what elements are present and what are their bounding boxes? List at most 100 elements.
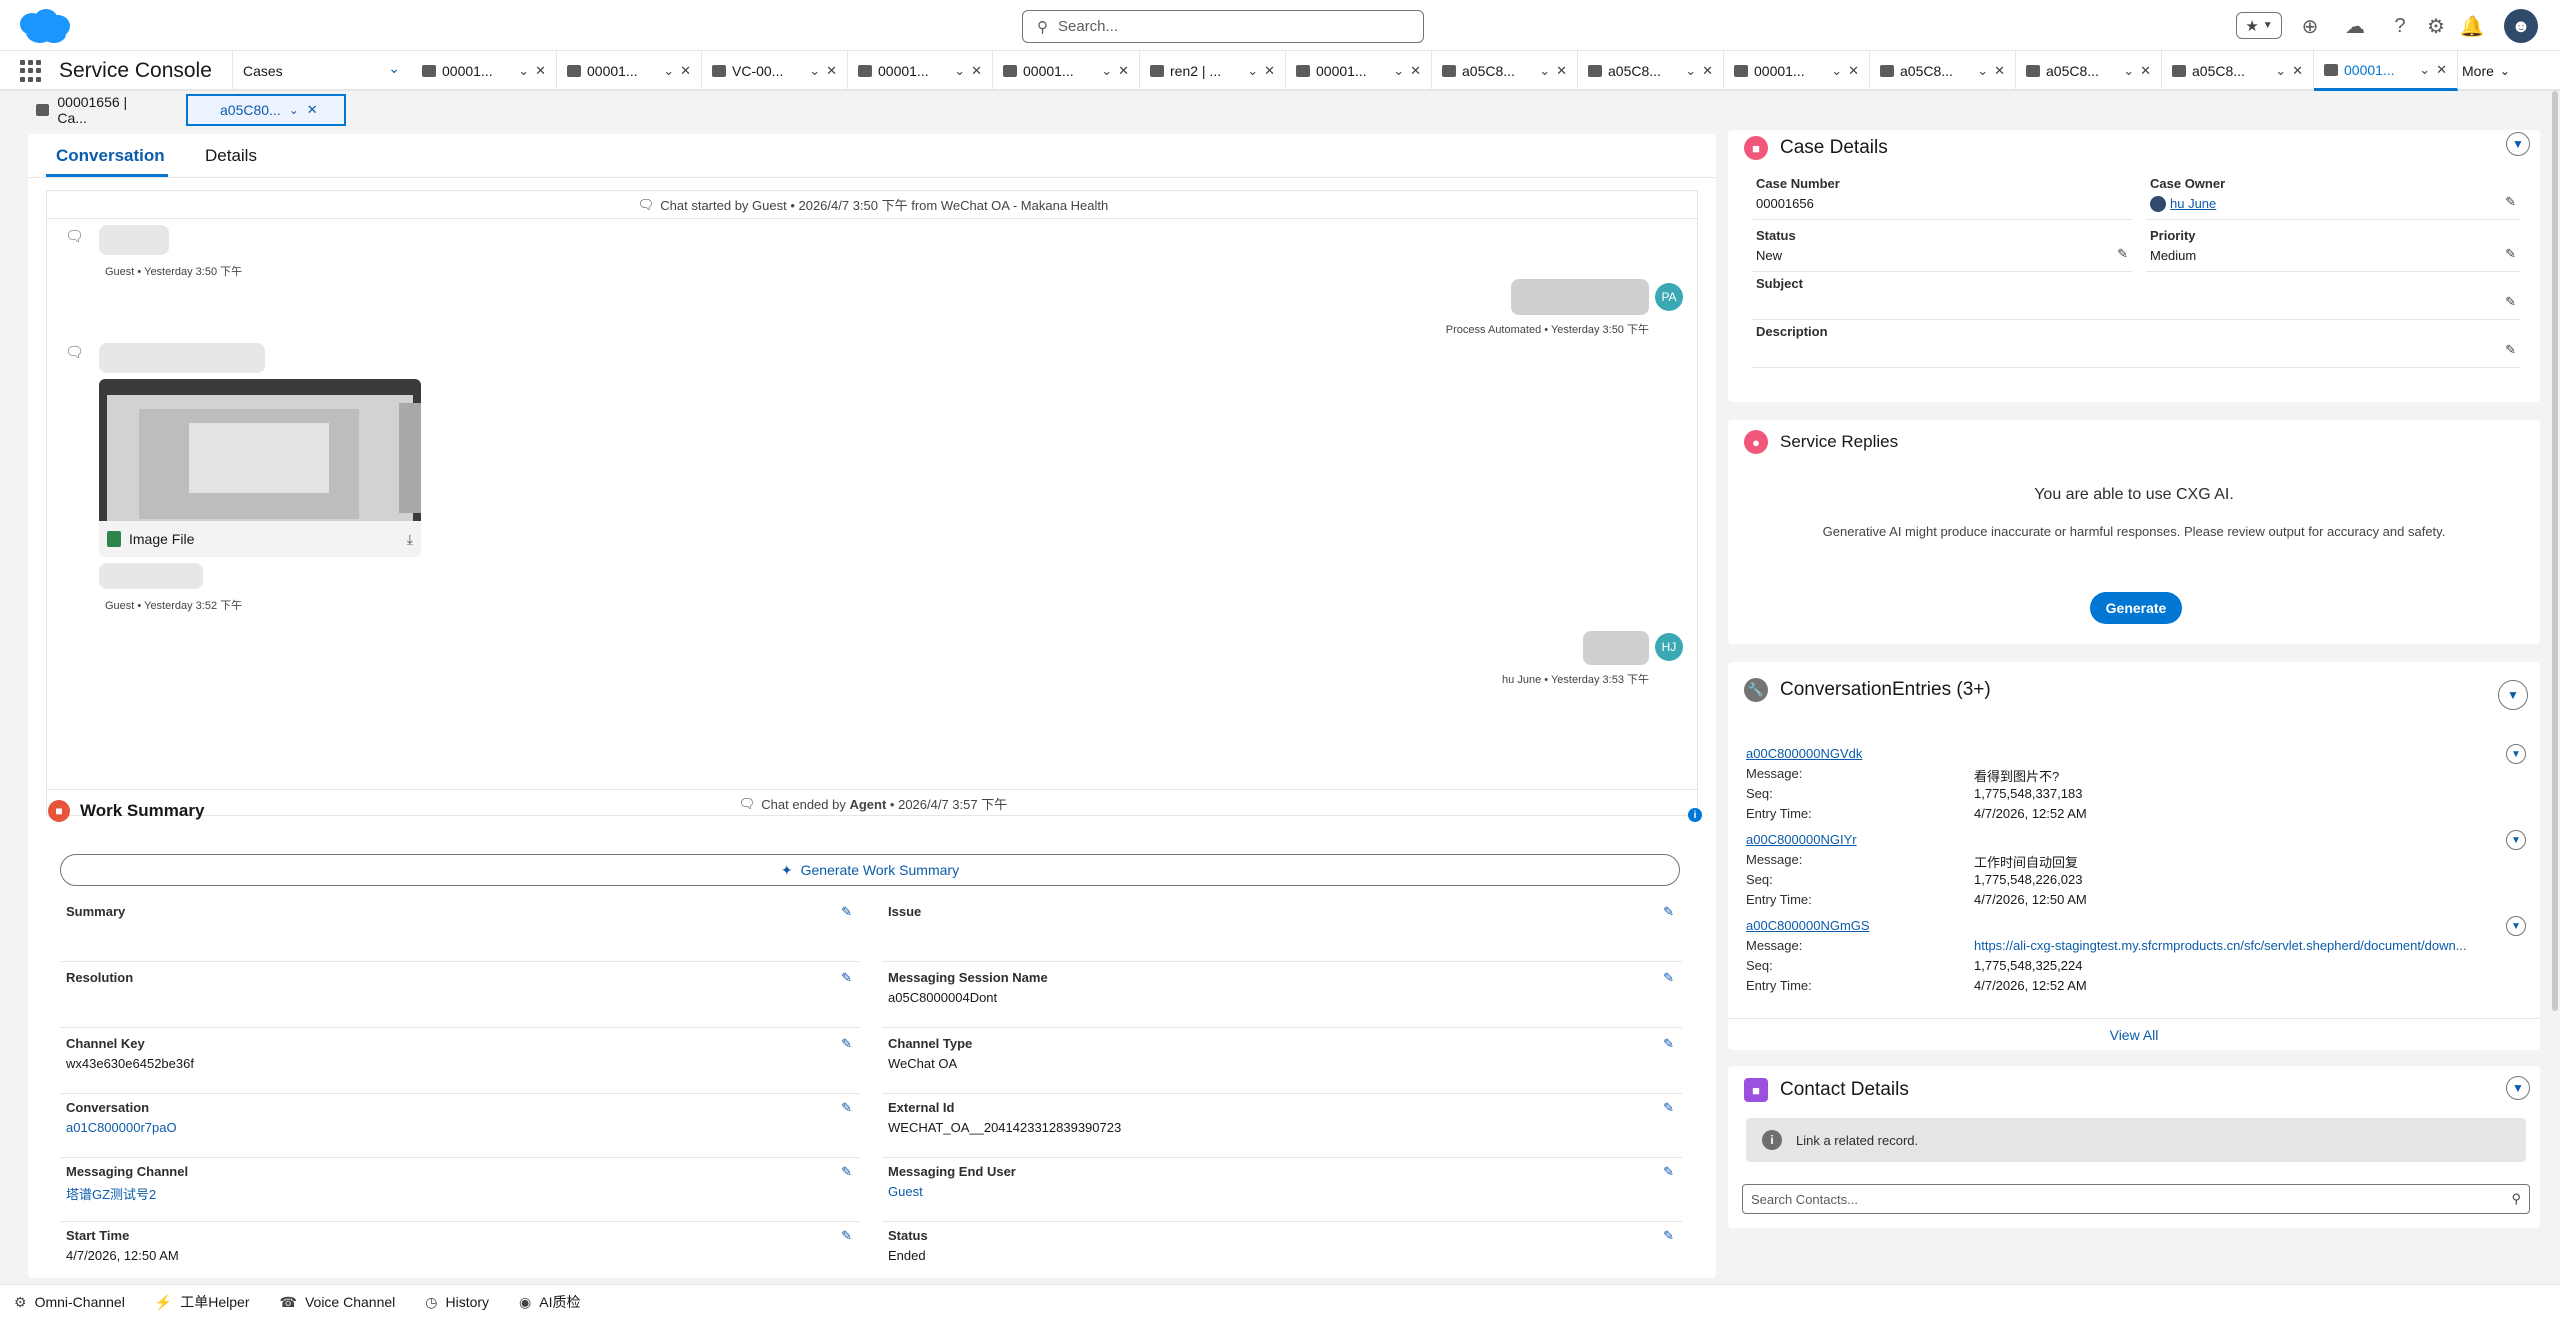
setup-gear-icon[interactable]: ⚙: [2422, 12, 2450, 40]
chevron-down-icon[interactable]: ⌄: [1539, 63, 1550, 79]
chevron-down-icon[interactable]: ⌄: [954, 63, 965, 79]
edit-pencil-icon[interactable]: ✎: [841, 1228, 852, 1244]
chevron-down-icon[interactable]: ⌄: [2275, 63, 2286, 79]
close-icon[interactable]: ✕: [971, 63, 982, 79]
tab-conversation[interactable]: Conversation: [56, 146, 165, 166]
chevron-down-icon[interactable]: ⌄: [1247, 63, 1258, 79]
chevron-down-icon[interactable]: ⌄: [1831, 63, 1842, 79]
chevron-down-icon[interactable]: ⌄: [518, 63, 529, 79]
contact-details-menu-button[interactable]: ▼: [2506, 1076, 2530, 1100]
search-contacts-input[interactable]: Search Contacts... ⚲: [1742, 1184, 2530, 1214]
edit-pencil-icon[interactable]: ✎: [841, 1036, 852, 1052]
edit-pencil-icon[interactable]: ✎: [1663, 1100, 1674, 1116]
close-icon[interactable]: ✕: [1848, 63, 1859, 79]
generate-work-summary-button[interactable]: ✦ Generate Work Summary: [60, 854, 1680, 886]
download-icon[interactable]: ⤓: [407, 531, 413, 548]
workspace-tab[interactable]: 00001... ⌄ ✕: [848, 51, 993, 91]
user-avatar[interactable]: ☻: [2504, 9, 2538, 43]
generate-reply-button[interactable]: Generate: [2090, 592, 2182, 624]
close-icon[interactable]: ✕: [826, 63, 837, 79]
utility-ticket-helper[interactable]: ⚡ 工单Helper: [155, 1292, 250, 1312]
message-value[interactable]: https://ali-cxg-stagingtest.my.sfcrmprod…: [1974, 938, 2524, 953]
entry-menu-button[interactable]: ▼: [2506, 744, 2526, 764]
workspace-tab[interactable]: 00001... ⌄ ✕: [993, 51, 1140, 91]
chevron-down-icon[interactable]: ⌄: [1101, 63, 1112, 79]
close-icon[interactable]: ✕: [2436, 62, 2447, 78]
close-icon[interactable]: ✕: [1994, 63, 2005, 79]
more-tabs-menu[interactable]: More ⌄: [2462, 51, 2510, 91]
edit-pencil-icon[interactable]: ✎: [1663, 1164, 1674, 1180]
workspace-tab[interactable]: 00001... ⌄ ✕: [1286, 51, 1432, 91]
help-icon[interactable]: ?: [2386, 12, 2414, 40]
edit-pencil-icon[interactable]: ✎: [841, 904, 852, 920]
conversation-entry-link[interactable]: a00C800000NGVdk: [1746, 746, 1862, 761]
case-owner-link[interactable]: hu June: [2170, 196, 2216, 211]
close-icon[interactable]: ✕: [2140, 63, 2151, 79]
object-nav-menu[interactable]: Cases ⌄: [232, 51, 412, 91]
edit-pencil-icon[interactable]: ✎: [1663, 904, 1674, 920]
close-icon[interactable]: ✕: [2292, 63, 2303, 79]
edit-pencil-icon[interactable]: ✎: [1663, 970, 1674, 986]
chevron-down-icon[interactable]: ⌄: [2123, 63, 2134, 79]
workspace-tab[interactable]: 00001... ⌄ ✕: [1724, 51, 1870, 91]
subtab-case[interactable]: 00001656 | Ca...: [26, 94, 166, 126]
edit-pencil-icon[interactable]: ✎: [841, 1164, 852, 1180]
workspace-tab[interactable]: a05C8... ⌄ ✕: [1432, 51, 1578, 91]
workspace-tab[interactable]: a05C8... ⌄ ✕: [1870, 51, 2016, 91]
add-icon[interactable]: ⊕: [2296, 12, 2324, 40]
salesforce-logo[interactable]: [14, 6, 74, 46]
workspace-tab[interactable]: 00001... ⌄ ✕: [557, 51, 702, 91]
chevron-down-icon[interactable]: ⌄: [663, 63, 674, 79]
workspace-tab[interactable]: a05C8... ⌄ ✕: [2016, 51, 2162, 91]
chevron-down-icon[interactable]: ⌄: [1977, 63, 1988, 79]
entry-menu-button[interactable]: ▼: [2506, 916, 2526, 936]
favorites-button[interactable]: ★ ▼: [2236, 12, 2282, 39]
close-icon[interactable]: ✕: [680, 63, 691, 79]
case-details-menu-button[interactable]: ▼: [2506, 132, 2530, 156]
close-icon[interactable]: ✕: [1556, 63, 1567, 79]
edit-pencil-icon[interactable]: ✎: [2505, 294, 2516, 310]
edit-pencil-icon[interactable]: ✎: [2505, 342, 2516, 358]
workspace-tab[interactable]: 00001... ⌄ ✕: [412, 51, 557, 91]
chevron-down-icon[interactable]: ⌄: [289, 103, 299, 117]
utility-ai-qc[interactable]: ◉ AI质检: [519, 1292, 580, 1312]
workspace-tab[interactable]: 00001... ⌄ ✕: [2314, 51, 2458, 91]
info-icon[interactable]: i: [1688, 808, 1702, 822]
utility-omni-channel[interactable]: ⚙ Omni-Channel: [14, 1294, 125, 1311]
notifications-bell-icon[interactable]: 🔔: [2458, 12, 2486, 40]
chevron-down-icon[interactable]: ⌄: [388, 60, 400, 77]
global-search-input[interactable]: ⚲ Search...: [1022, 10, 1424, 43]
close-icon[interactable]: ✕: [1118, 63, 1129, 79]
app-launcher-icon[interactable]: [20, 60, 42, 82]
image-attachment-card[interactable]: Image File ⤓: [99, 379, 421, 557]
workspace-tab[interactable]: ren2 | ... ⌄ ✕: [1140, 51, 1286, 91]
close-icon[interactable]: ✕: [1410, 63, 1421, 79]
conversation-entry-link[interactable]: a00C800000NGmGS: [1746, 918, 1870, 933]
chevron-down-icon[interactable]: ⌄: [809, 63, 820, 79]
image-thumbnail[interactable]: [99, 379, 421, 521]
trailhead-icon[interactable]: ☁: [2341, 12, 2369, 40]
workspace-tab[interactable]: a05C8... ⌄ ✕: [1578, 51, 1724, 91]
view-all-link[interactable]: View All: [1728, 1018, 2540, 1050]
tab-details[interactable]: Details: [205, 146, 257, 166]
workspace-tab[interactable]: a05C8... ⌄ ✕: [2162, 51, 2314, 91]
edit-pencil-icon[interactable]: ✎: [2117, 246, 2128, 262]
close-icon[interactable]: ✕: [1702, 63, 1713, 79]
conversation-entry-link[interactable]: a00C800000NGIYr: [1746, 832, 1857, 847]
chevron-down-icon[interactable]: ⌄: [1393, 63, 1404, 79]
chevron-down-icon[interactable]: ⌄: [1685, 63, 1696, 79]
entry-menu-button[interactable]: ▼: [2506, 830, 2526, 850]
edit-pencil-icon[interactable]: ✎: [841, 970, 852, 986]
conversation-entries-menu-button[interactable]: ▼: [2498, 680, 2528, 710]
close-icon[interactable]: ✕: [535, 63, 546, 79]
utility-history[interactable]: ◷ History: [425, 1294, 489, 1311]
edit-pencil-icon[interactable]: ✎: [841, 1100, 852, 1116]
edit-pencil-icon[interactable]: ✎: [2505, 194, 2516, 210]
edit-pencil-icon[interactable]: ✎: [1663, 1036, 1674, 1052]
workspace-tab[interactable]: VC-00... ⌄ ✕: [702, 51, 848, 91]
edit-pencil-icon[interactable]: ✎: [1663, 1228, 1674, 1244]
chevron-down-icon[interactable]: ⌄: [2419, 62, 2430, 78]
edit-pencil-icon[interactable]: ✎: [2505, 246, 2516, 262]
subtab-messaging-session[interactable]: a05C80... ⌄ ✕: [186, 94, 346, 126]
utility-voice-channel[interactable]: ☎ Voice Channel: [280, 1294, 396, 1311]
